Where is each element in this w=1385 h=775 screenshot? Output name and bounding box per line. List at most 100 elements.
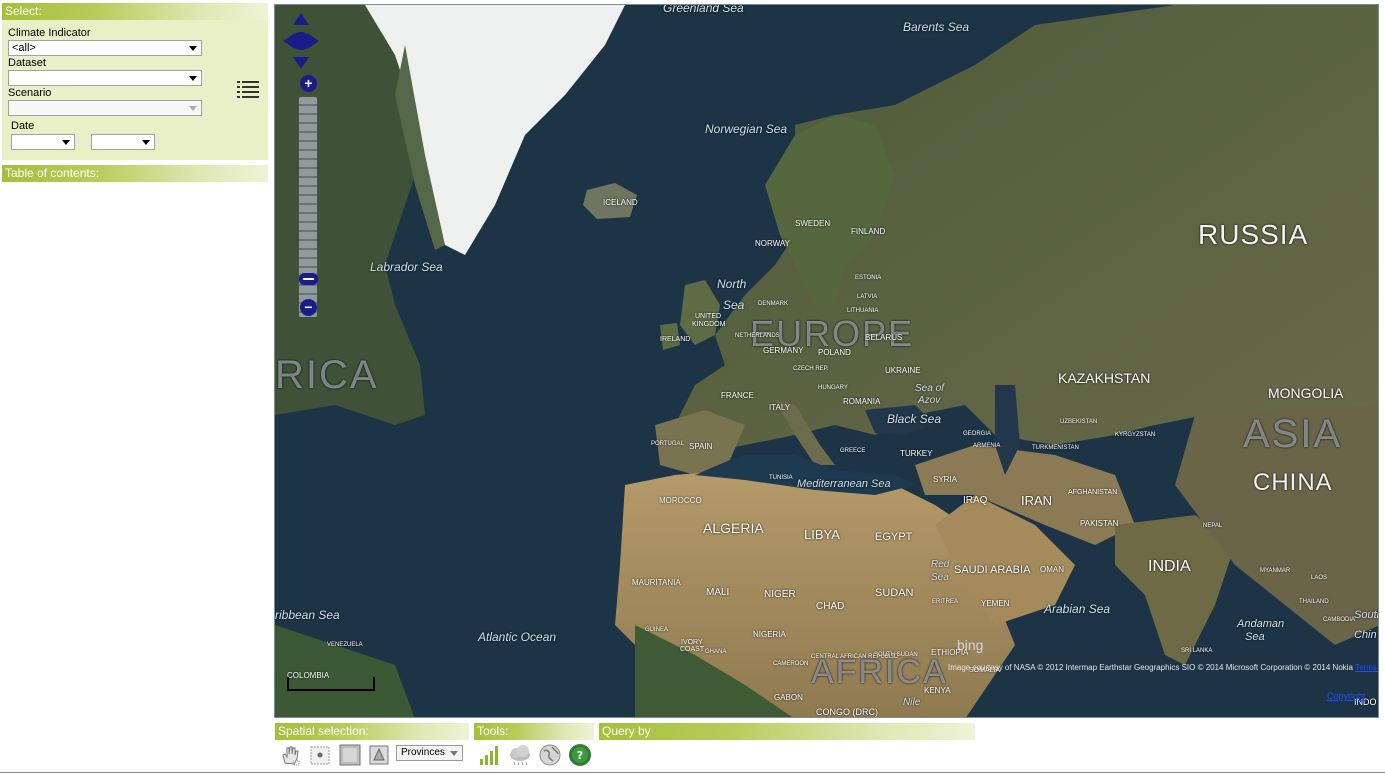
map-label: DENMARK: [758, 301, 789, 307]
map-label: ROMANIA: [843, 397, 881, 406]
climate-indicator-label: Climate Indicator: [8, 27, 91, 39]
map-label: UNITED: [695, 313, 722, 320]
map-label: PAKISTAN: [1080, 519, 1119, 528]
map-label: Azov: [918, 395, 941, 406]
map-label: SAUDI ARABIA: [954, 564, 1031, 576]
map-label: IVORY: [681, 639, 703, 646]
map-label: IRELAND: [660, 336, 691, 343]
help-question-icon[interactable]: ?: [568, 743, 592, 767]
zoom-in-button[interactable]: +: [300, 75, 317, 92]
map-label: PORTUGAL: [651, 441, 684, 447]
map-label: NIGER: [764, 589, 796, 600]
provinces-select[interactable]: Provinces: [396, 745, 463, 761]
map-label: Sea: [931, 572, 949, 583]
spatial-selection-title: Spatial selection:: [275, 723, 469, 740]
map-label: Barents Sea: [903, 20, 970, 34]
map-label: AFRICA: [811, 653, 948, 691]
map-label: CAMBODIA: [1323, 617, 1356, 623]
pan-down-icon[interactable]: [293, 57, 309, 69]
climate-indicator-value: <all>: [12, 42, 36, 54]
map-label: ASIA: [1243, 412, 1343, 456]
dataset-label: Dataset: [8, 57, 46, 69]
map-label: NETHERLANDS: [735, 333, 780, 339]
copyright-link[interactable]: Copyright: [1327, 691, 1366, 701]
chevron-down-icon: [450, 751, 458, 756]
date-label: Date: [11, 120, 35, 132]
map-label: Sea of: [915, 383, 944, 394]
map-label: TURKEY: [900, 449, 933, 458]
map-label: KAZAKHSTAN: [1058, 370, 1151, 386]
map-label: CONGO (DRC): [816, 707, 878, 717]
scale-bar: [287, 677, 375, 691]
map-label: CHAD: [816, 601, 845, 612]
map-label: Chin: [1354, 629, 1377, 641]
chevron-down-icon: [142, 140, 150, 145]
map-label: Atlantic Ocean: [478, 630, 557, 644]
query-by-title: Query by: [599, 723, 975, 740]
map-label: KINGDOM: [692, 321, 726, 328]
map-label: EGYPT: [875, 531, 913, 543]
attribution-text: Image courtesy of NASA © 2012 Intermap E…: [948, 663, 1353, 672]
map-label: HUNGARY: [818, 385, 848, 391]
climate-indicator-select[interactable]: <all>: [8, 40, 202, 56]
globe-icon[interactable]: [538, 743, 562, 767]
point-select-icon[interactable]: [308, 743, 332, 767]
select-panel-title: Select:: [2, 3, 268, 20]
map-label: Black Sea: [887, 412, 942, 426]
map-label: SYRIA: [933, 475, 958, 484]
map-label: INDIA: [1148, 558, 1191, 575]
map-label: ESTONIA: [855, 275, 882, 281]
zoom-slider-handle[interactable]: [299, 273, 318, 285]
weather-cloud-icon[interactable]: [508, 743, 532, 767]
rectangle-select-icon[interactable]: [338, 743, 362, 767]
map-label: Sea: [1245, 631, 1265, 643]
map-label: Sea: [723, 298, 745, 312]
map-label: NIGERIA: [753, 630, 786, 639]
dataset-select[interactable]: [8, 70, 202, 86]
map-label: ICELAND: [603, 198, 638, 207]
terms-link[interactable]: Terms of Use: [1355, 663, 1378, 672]
map-view[interactable]: Greenland Sea Barents Sea Norwegian Sea …: [274, 4, 1379, 718]
map-label: VENEZUELA: [327, 642, 363, 648]
scenario-select[interactable]: [8, 100, 202, 116]
map-label: MAURITANIA: [632, 578, 681, 587]
pan-control[interactable]: [283, 13, 319, 73]
map-label: RICA: [275, 353, 379, 397]
map-label: LATVIA: [857, 294, 878, 300]
map-navigation-control: + −: [283, 13, 319, 323]
zoom-out-button[interactable]: −: [300, 299, 317, 316]
map-label: ARMENIA: [973, 443, 1001, 449]
map-label: GERMANY: [763, 346, 804, 355]
list-view-icon[interactable]: [237, 80, 259, 98]
map-label: AFGHANISTAN: [1068, 489, 1118, 496]
date-to-select[interactable]: [91, 134, 155, 150]
map-label: CZECH REP.: [793, 366, 829, 372]
pan-up-icon[interactable]: [293, 13, 309, 25]
map-label: LAOS: [1311, 575, 1328, 581]
map-label: FINLAND: [851, 227, 886, 236]
map-label: South: [1354, 609, 1378, 621]
map-label: NEPAL: [1203, 523, 1223, 529]
map-label: CHINA: [1253, 469, 1333, 496]
date-from-select[interactable]: [11, 134, 75, 150]
tools-title: Tools:: [474, 723, 594, 740]
chevron-down-icon: [189, 106, 197, 111]
map-label: KYRGYZSTAN: [1115, 432, 1156, 438]
map-label: OMAN: [1040, 565, 1064, 574]
pan-hand-icon[interactable]: [278, 743, 302, 767]
map-label: GEORGIA: [963, 431, 992, 437]
polygon-select-icon[interactable]: [367, 743, 391, 767]
map-label: SRI LANKA: [1181, 648, 1213, 654]
svg-text:?: ?: [577, 749, 583, 762]
map-label: TURKMENISTAN: [1032, 445, 1079, 451]
scenario-label: Scenario: [8, 87, 52, 99]
map-label: MOROCCO: [659, 496, 702, 505]
map-label: MONGOLIA: [1268, 385, 1344, 401]
map-label: MALI: [706, 587, 730, 598]
map-label: GABON: [774, 693, 803, 702]
map-label: IRAQ: [963, 495, 988, 506]
map-label: Norwegian Sea: [705, 122, 788, 136]
bar-chart-icon[interactable]: [478, 743, 502, 767]
map-label: THAILAND: [1299, 599, 1329, 605]
bing-logo: bing: [957, 637, 984, 653]
